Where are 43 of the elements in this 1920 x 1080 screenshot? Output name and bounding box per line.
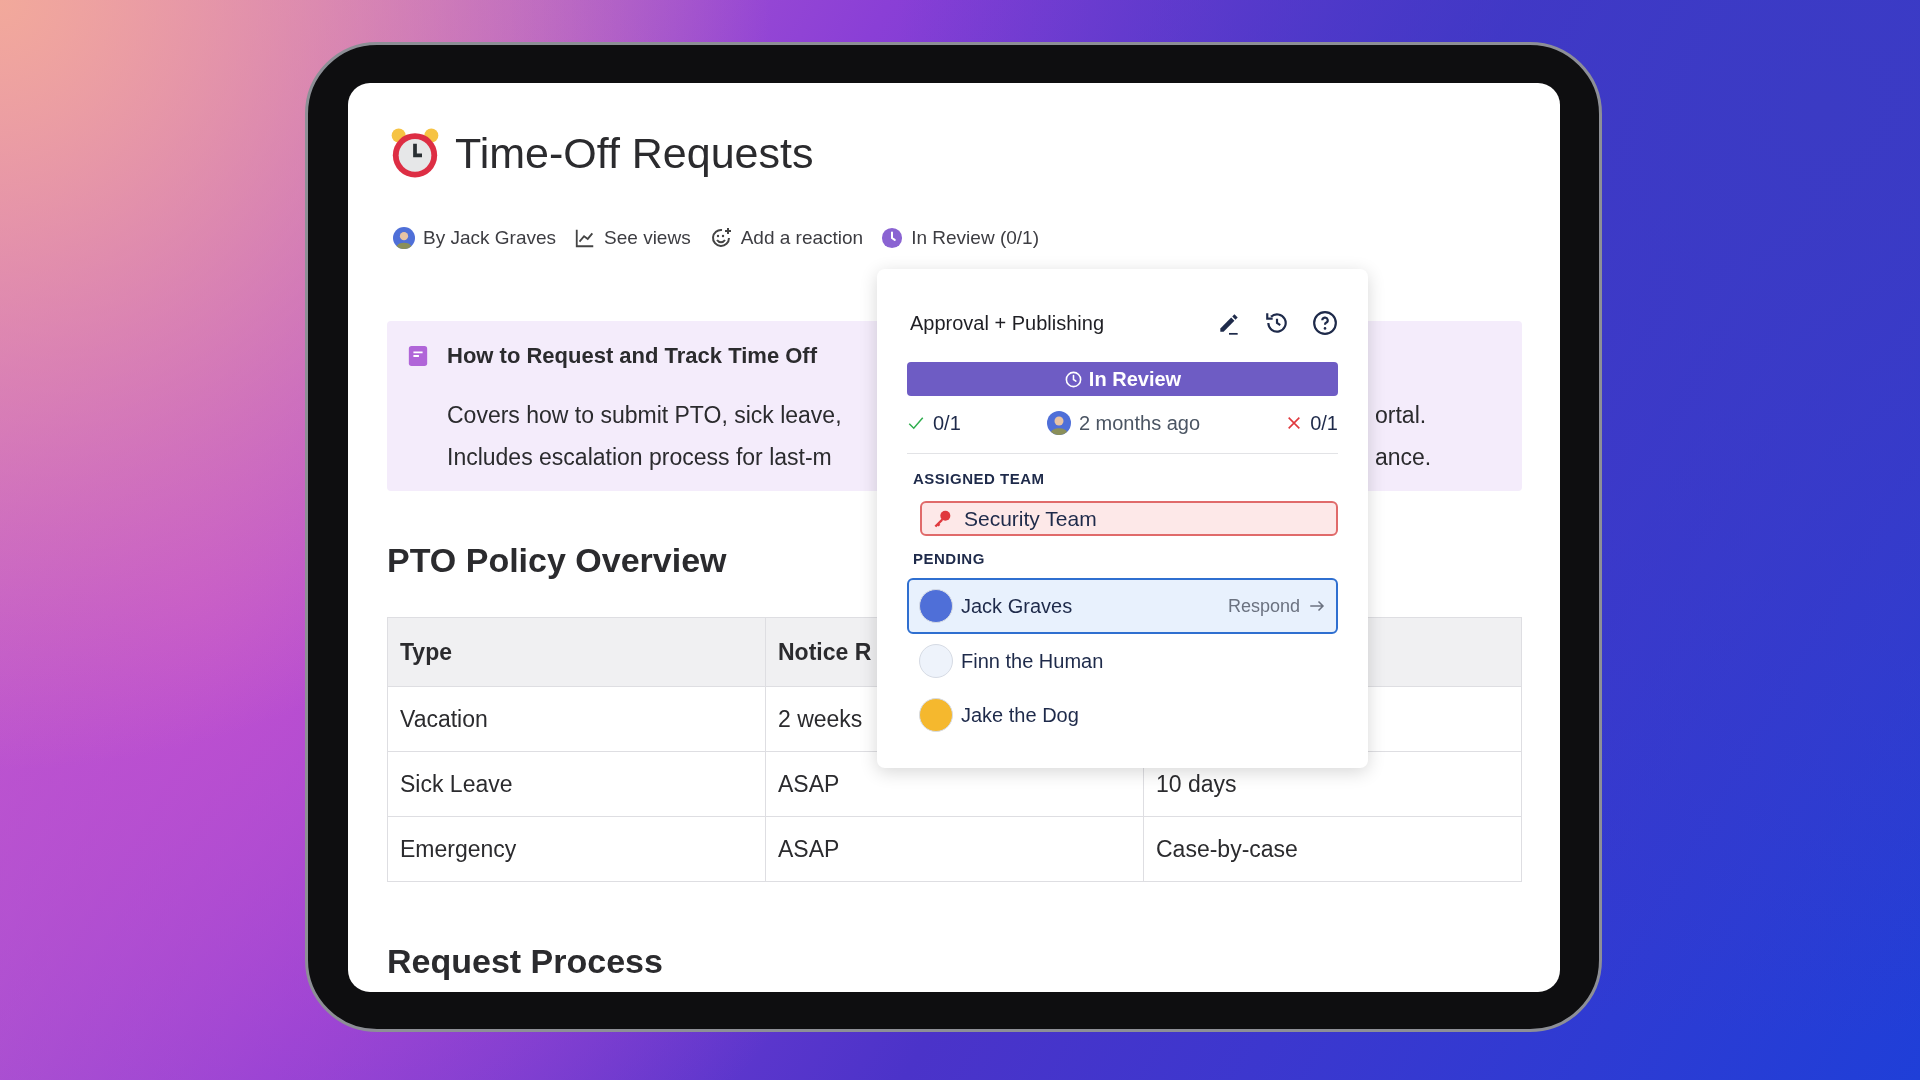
- section-heading: Request Process: [387, 942, 663, 980]
- author-label: By Jack Graves: [423, 227, 557, 249]
- avatar-icon: [1046, 411, 1071, 435]
- meta-link[interactable]: See views: [604, 227, 691, 249]
- reviewer-name: Jack Graves: [961, 594, 1074, 618]
- section-label: ASSIGNED TEAM: [912, 470, 1046, 488]
- avatar-icon: [919, 698, 953, 732]
- page-title: Time-Off Requests: [455, 128, 814, 178]
- table-cell: Emergency: [387, 816, 766, 882]
- avatar-icon: [393, 227, 415, 249]
- column-header: Type: [387, 617, 766, 687]
- table-cell: Vacation: [387, 686, 766, 752]
- meta-link[interactable]: In Review (0/1): [911, 227, 1039, 249]
- avatar-icon: [919, 589, 953, 623]
- help-button[interactable]: [1312, 310, 1338, 336]
- reviewer-name: Jake the Dog: [961, 703, 1080, 727]
- popover-title: Approval + Publishing: [910, 311, 1104, 335]
- team-name: Security Team: [964, 506, 1097, 531]
- callout-text: ance.: [1375, 443, 1432, 471]
- table-cell: Case-by-case: [1143, 816, 1522, 882]
- table-cell: Sick Leave: [387, 751, 766, 817]
- callout-text: Covers how to submit PTO, sick leave,: [447, 401, 842, 429]
- history-button[interactable]: [1264, 310, 1290, 336]
- rejection-count: 0/1: [1310, 411, 1338, 435]
- callout-title: How to Request and Track Time Off: [447, 343, 817, 369]
- document-icon: [407, 343, 429, 369]
- section-heading: PTO Policy Overview: [387, 540, 727, 581]
- key-icon: [932, 508, 952, 529]
- clock-icon: [881, 227, 904, 249]
- reviewer-name: Finn the Human: [961, 649, 1105, 673]
- table-cell: ASAP: [765, 816, 1144, 882]
- section-label: PENDING: [912, 550, 986, 568]
- timestamp: 2 months ago: [1078, 411, 1201, 435]
- respond-link[interactable]: Respond: [1227, 595, 1300, 617]
- approval-count: 0/1: [933, 411, 961, 435]
- status-label: In Review: [1088, 367, 1182, 391]
- meta-link[interactable]: Add a reaction: [740, 227, 864, 249]
- clock-icon: [1063, 369, 1083, 389]
- cross-icon: [1286, 415, 1303, 431]
- callout-text: Includes escalation process for last-m: [447, 443, 832, 471]
- callout-text: ortal.: [1375, 401, 1427, 429]
- avatar-icon: [919, 644, 953, 678]
- reviewer-row[interactable]: Jack Graves Respond: [907, 578, 1338, 634]
